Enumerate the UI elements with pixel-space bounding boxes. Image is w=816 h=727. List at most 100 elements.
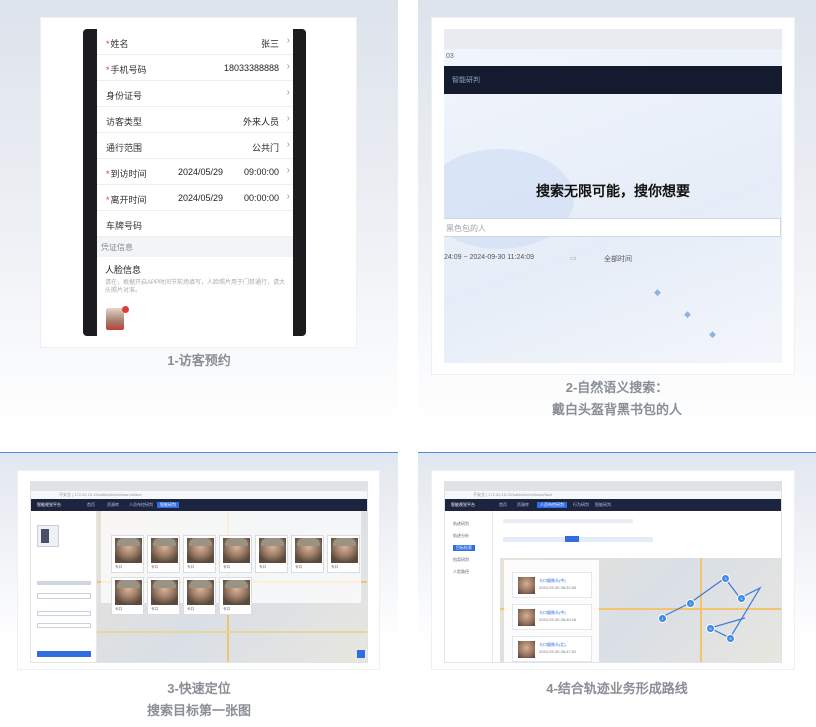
result-thumbnail[interactable]: 卡口 [147,577,180,615]
thumb-label: 卡口 [187,607,194,611]
form-label-text: 到访时间 [110,169,147,179]
thumb-label: 卡口 [295,565,302,569]
track-node[interactable]: 6 [706,624,715,633]
map-pin-icon: ◆ [709,329,716,339]
target-person-thumbnail [41,529,49,543]
nav-item-person-control[interactable]: 人员布控研判 [129,502,153,508]
result-thumbnail[interactable]: 卡口 [219,577,252,615]
nav-item-person-control[interactable]: 人员布控研判 [537,502,567,508]
address-bar[interactable]: 不安全 | 172.20.15.15/sdkt/client/#/track/f… [445,491,781,499]
form-row[interactable]: *手机号码 18033388888 › [97,55,293,81]
nav-item-behavior[interactable]: 行为研判 [573,502,589,508]
track-node[interactable]: 2 [686,599,695,608]
visitor-form: *姓名 张三 › *手机号码 18033388888 › 身份证号 › 访客类型 外来人员 › 通行范… [97,29,293,336]
browser-tabbar [31,482,367,491]
address-bar[interactable]: 不安全 | 172.20.15.15/sdkt/client/#/search/… [31,491,367,499]
result-thumbnail[interactable]: 卡口 [219,535,252,573]
app-navbar: 智能研判 [444,66,782,94]
sidebar-item[interactable]: 目标检索 [453,545,475,551]
track-list-item[interactable]: 卡口摄像头(中) 2024-09-30 08:32:06 [512,572,592,598]
track-node[interactable]: 1 [658,614,667,623]
capture-time: 2024-09-30 08:47:01 [539,649,577,654]
form-row[interactable]: *离开时间 2024/05/29 00:00:00 › [97,185,293,211]
track-list-item[interactable]: 卡口摄像头(北) 2024-09-30 08:47:01 [512,636,592,662]
similarity-slider[interactable] [37,581,91,585]
nav-item-home[interactable]: 首页 [87,502,95,508]
result-map[interactable]: 卡口 卡口 卡口 卡口 卡口 卡口 卡口 卡口 卡口 卡口 卡口 [97,511,367,662]
form-label-text: 通行范围 [106,143,143,153]
search-input[interactable]: 黑色包的人 [444,218,781,237]
form-row[interactable]: 身份证号 › [97,81,293,107]
caption-2-line1: 2-自然语义搜索： [565,380,669,395]
query-button[interactable] [565,536,579,542]
face-description: 请在，根据开启APP时间节前场填写，人脸照片用于门禁通行，请大头照片对准。 [105,280,286,294]
result-thumbnail[interactable]: 卡口 [111,577,144,615]
track-sidebar: 轨迹研判轨迹分析目标检索档案研判人脸路径 [445,511,493,662]
helmet-shape [189,538,212,546]
map-road [97,631,367,633]
sidebar-item[interactable]: 人脸路径 [453,569,469,575]
nav-item-home[interactable]: 首页 [499,502,507,508]
track-node[interactable]: 5 [726,634,735,643]
form-row[interactable]: 访客类型 外来人员 › [97,107,293,133]
result-thumbnail[interactable]: 卡口 [291,535,324,573]
track-list-item[interactable]: 卡口摄像头(中) 2024-09-30 08:40:16 [512,604,592,630]
form-label-text: 身份证号 [106,91,143,101]
nav-item-resources[interactable]: 资源库 [107,502,119,508]
form-date: 2024/05/29 [177,193,223,203]
face-photo[interactable] [106,308,124,330]
calendar-icon[interactable]: ▭ [570,254,577,262]
breadcrumb [503,519,633,523]
date-range[interactable]: 24:09 ~ 2024-09-30 11:24:09 [444,254,534,261]
result-thumbnail[interactable]: 卡口 [327,535,360,573]
delete-photo-icon[interactable] [122,306,129,313]
result-thumbnail[interactable]: 卡口 [147,535,180,573]
form-label: 身份证号 [106,89,142,102]
thumb-label: 卡口 [115,607,122,611]
nav-item-resources[interactable]: 资源库 [517,502,529,508]
camera-name: 卡口摄像头(北) [539,642,566,647]
app-name: 智能视觉平台 [451,502,475,507]
time-filter[interactable]: 全部时间 [604,254,632,264]
helmet-shape [117,580,140,588]
form-row[interactable]: *姓名 张三 › [97,29,293,55]
track-node[interactable]: 3 [721,574,730,583]
thumb-label: 卡口 [115,565,122,569]
thumb-label: 卡口 [187,565,194,569]
form-label-text: 离开时间 [110,195,147,205]
result-thumbnail[interactable]: 卡口 [255,535,288,573]
face-image [518,641,535,658]
form-value: 张三 [260,39,279,49]
chevron-right-icon: › [286,35,290,46]
form-value: 外来人员 [242,117,279,127]
section-credential: 凭证信息 [97,237,293,257]
time-field[interactable] [37,611,91,616]
form-row[interactable]: 通行范围 公共门 › [97,133,293,159]
form-row[interactable]: *到访时间 2024/05/29 09:00:00 › [97,159,293,185]
device-field[interactable] [37,623,91,628]
sidebar-item[interactable]: 轨迹研判 [453,521,469,527]
form-label: *到访时间 [106,167,147,180]
form-label-text: 手机号码 [110,65,147,75]
sidebar-item[interactable]: 档案研判 [453,557,469,563]
nav-item-smart-analysis[interactable]: 智能研判 [157,502,179,508]
camera-name: 卡口摄像头(中) [539,578,566,583]
form-label: 车牌号码 [106,219,142,232]
nav-title[interactable]: 智能研判 [452,75,480,85]
result-thumbnail[interactable]: 卡口 [183,577,216,615]
form-row[interactable]: 车牌号码 [97,211,293,237]
result-thumbnail[interactable]: 卡口 [183,535,216,573]
search-button[interactable] [37,651,91,657]
app-name: 智能视觉平台 [37,502,61,507]
track-browser-window: 不安全 | 172.20.15.15/sdkt/client/#/track/f… [444,481,782,663]
form-time: 00:00:00 [243,193,279,203]
thumb-label: 卡口 [151,607,158,611]
map-pin-icon: ◆ [684,309,691,319]
filter-tabs[interactable] [37,593,91,599]
track-map[interactable]: 1 2 3 4 5 6 卡口摄像头(中) 2024-09-30 08:32:06 卡… [500,558,781,662]
nav-item-smart-analysis[interactable]: 智能研判 [595,502,611,508]
sidebar-item[interactable]: 轨迹分析 [453,533,469,539]
map-zoom-control[interactable] [357,650,365,658]
result-thumbnail[interactable]: 卡口 [111,535,144,573]
track-node[interactable]: 4 [737,594,746,603]
